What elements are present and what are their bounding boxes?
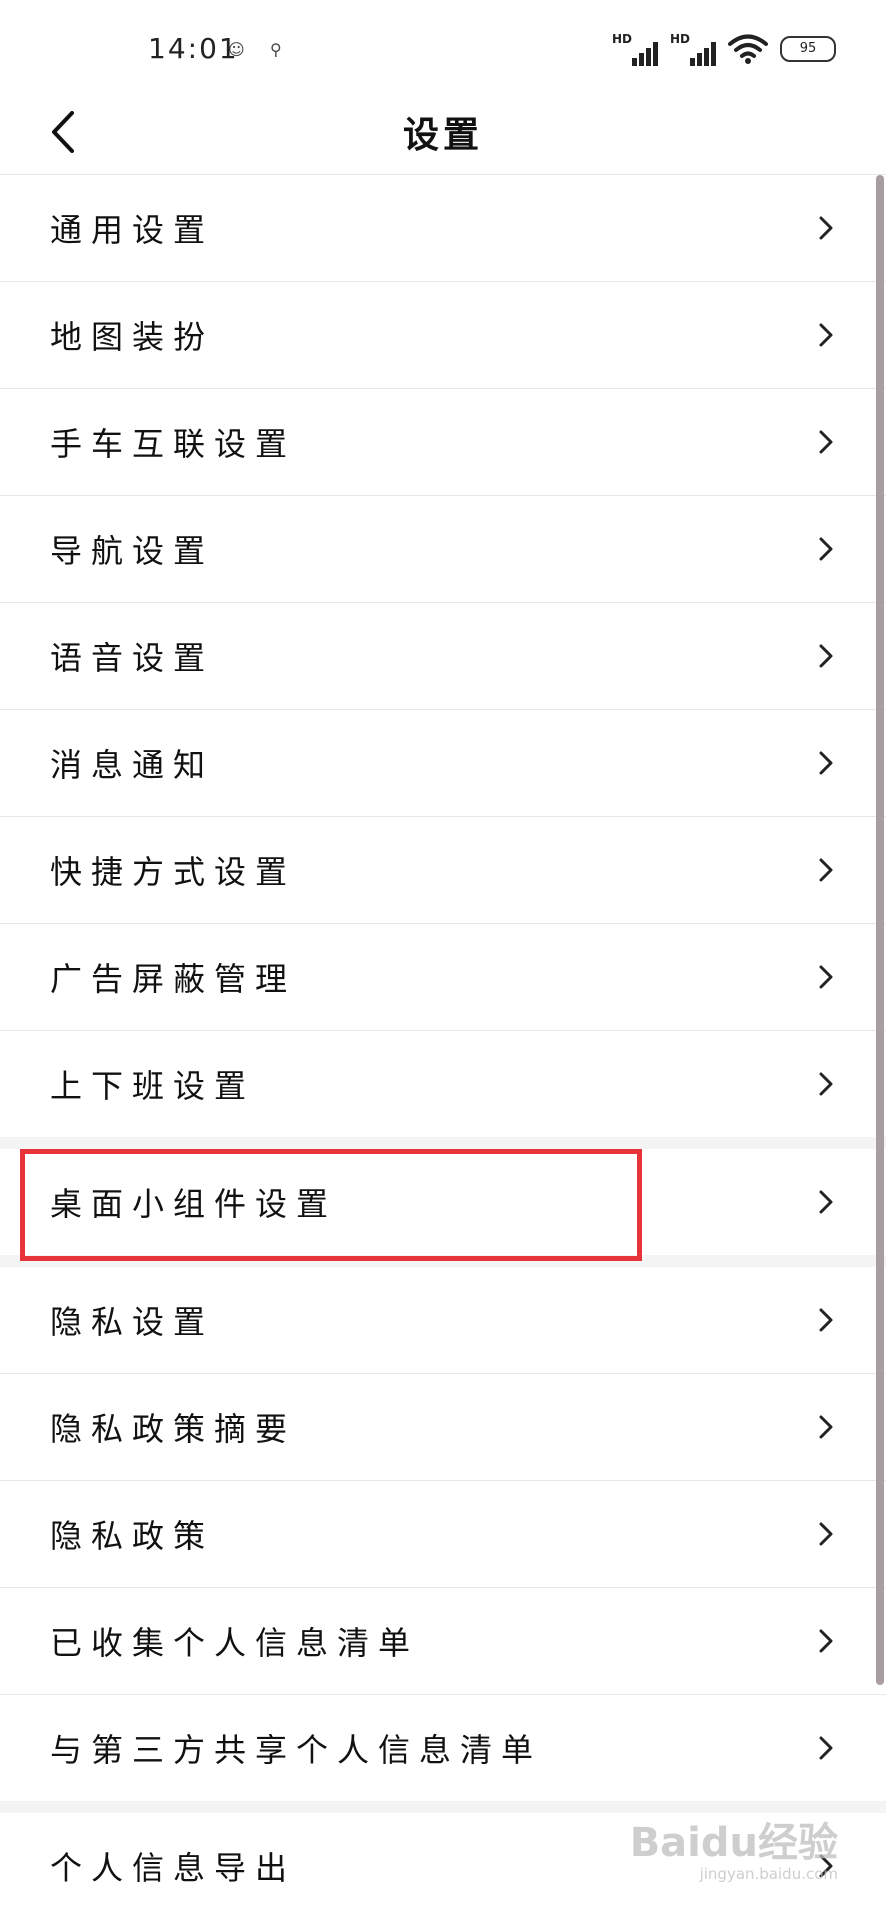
row-label: 手车互联设置 [50,425,297,463]
row-label: 与第三方共享个人信息清单 [50,1731,543,1769]
chevron-right-icon [819,1072,833,1096]
chevron-right-icon [819,430,833,454]
chevron-right-icon [819,1736,833,1760]
row-label: 广告屏蔽管理 [50,960,297,998]
chevron-right-icon [819,537,833,561]
notification-icon: ☺ [228,40,245,59]
chevron-right-icon [819,1190,833,1214]
settings-list: 通用设置 地图装扮 手车互联设置 导航设置 语音设置 消息通知 快捷方式设置 广… [0,175,886,1919]
settings-row-privacy-policy[interactable]: 隐私政策 [0,1481,886,1588]
chevron-right-icon [819,965,833,989]
settings-row-commute[interactable]: 上下班设置 [0,1031,886,1137]
nav-header: 设置 [0,96,886,175]
settings-row-shortcuts[interactable]: 快捷方式设置 [0,817,886,924]
chevron-right-icon [819,1522,833,1546]
chevron-right-icon [819,858,833,882]
status-bar: 14:01 ☺ ⚲ HD HD 95 [0,0,886,96]
watermark-url: jingyan.baidu.com [699,1865,838,1883]
watermark-text: Baidu经验 [629,1820,838,1866]
battery-icon: 95 [780,36,836,62]
group-divider [0,1255,886,1267]
row-label: 快捷方式设置 [50,853,297,891]
row-label: 隐私政策 [50,1517,215,1555]
settings-row-navigation[interactable]: 导航设置 [0,496,886,603]
row-label: 消息通知 [50,746,215,784]
group-divider [0,1801,886,1813]
row-label: 语音设置 [50,639,215,677]
status-time: 14:01 [148,32,239,65]
row-label: 通用设置 [50,211,215,249]
group-divider [0,1137,886,1149]
settings-row-map-skin[interactable]: 地图装扮 [0,282,886,389]
settings-row-ad-block[interactable]: 广告屏蔽管理 [0,924,886,1031]
settings-row-third-party-sharing[interactable]: 与第三方共享个人信息清单 [0,1695,886,1801]
row-label: 已收集个人信息清单 [50,1624,420,1662]
row-label: 上下班设置 [50,1067,256,1105]
chevron-right-icon [819,751,833,775]
chevron-right-icon [819,1308,833,1332]
settings-row-privacy[interactable]: 隐私设置 [0,1267,886,1374]
scrollbar[interactable] [876,175,884,1685]
settings-row-voice[interactable]: 语音设置 [0,603,886,710]
chevron-right-icon [819,216,833,240]
row-label: 导航设置 [50,532,215,570]
row-label: 个人信息导出 [50,1849,297,1887]
wifi-icon [728,34,768,64]
cellular-signal-icon: HD [612,32,658,66]
chevron-right-icon [819,1629,833,1653]
settings-row-general[interactable]: 通用设置 [0,175,886,282]
settings-row-car-connect[interactable]: 手车互联设置 [0,389,886,496]
page-title: 设置 [402,115,483,156]
usb-icon: ⚲ [270,40,282,59]
chevron-right-icon [819,644,833,668]
row-label: 隐私政策摘要 [50,1410,297,1448]
row-label: 隐私设置 [50,1303,215,1341]
settings-row-collected-info[interactable]: 已收集个人信息清单 [0,1588,886,1695]
row-label: 地图装扮 [50,318,215,356]
settings-row-desktop-widget[interactable]: 桌面小组件设置 [0,1149,886,1255]
row-label: 桌面小组件设置 [50,1185,338,1223]
baidu-watermark: Baidu经验 jingyan.baidu.com [630,1823,838,1882]
chevron-right-icon [819,1415,833,1439]
settings-row-notifications[interactable]: 消息通知 [0,710,886,817]
chevron-right-icon [819,323,833,347]
settings-row-privacy-summary[interactable]: 隐私政策摘要 [0,1374,886,1481]
cellular-signal-icon-2: HD [670,32,716,66]
